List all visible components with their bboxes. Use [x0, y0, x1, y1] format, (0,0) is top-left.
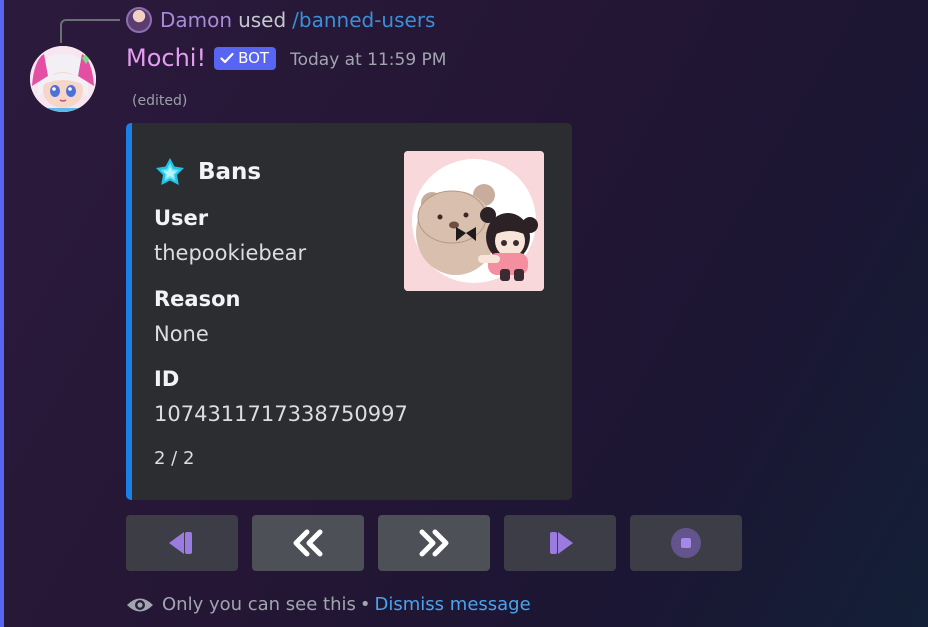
bot-username[interactable]: Mochi!: [126, 44, 206, 72]
reply-connector-line: [60, 19, 120, 43]
ephemeral-notice: Only you can see this • Dismiss message: [126, 594, 531, 615]
next-page-button[interactable]: [378, 515, 490, 571]
bot-avatar[interactable]: [30, 46, 96, 112]
star-gem-icon: [156, 158, 184, 185]
replied-username[interactable]: Damon: [160, 8, 232, 32]
ephemeral-notice-text: Only you can see this: [162, 594, 356, 615]
embed-title-row: Bans: [154, 157, 261, 187]
eye-icon: [127, 598, 153, 611]
message-timestamp[interactable]: Today at 11:59 PM: [290, 50, 446, 70]
previous-page-icon: [293, 529, 323, 557]
ephemeral-separator: •: [359, 594, 371, 615]
embed-footer-page-count: 2 / 2: [154, 448, 195, 469]
embed-thumbnail[interactable]: [404, 151, 544, 291]
field-id-name: ID: [154, 367, 180, 391]
bot-badge: BOT: [214, 46, 277, 70]
field-reason-value: None: [154, 322, 209, 346]
verified-check-icon: [220, 52, 234, 63]
reply-used-text: used: [238, 8, 287, 32]
field-reason-name: Reason: [154, 287, 241, 311]
field-id-value: 1074311717338750997: [154, 402, 408, 426]
stop-icon: [671, 528, 701, 558]
first-page-icon: [169, 532, 192, 554]
dismiss-message-link[interactable]: Dismiss message: [375, 594, 531, 615]
embed-title: Bans: [198, 159, 262, 185]
bear-and-girl-illustration: [404, 151, 544, 291]
bans-embed: Bans User thepookiebear Reason None ID 1…: [126, 123, 572, 500]
left-accent-strip: [0, 0, 4, 627]
command-reply-header: Damon used /banned-users: [126, 6, 435, 34]
edited-label: (edited): [132, 93, 188, 109]
message-header: Mochi! BOT Today at 11:59 PM: [126, 44, 446, 72]
stop-button[interactable]: [630, 515, 742, 571]
bot-avatar-image: [30, 46, 96, 112]
field-user-name: User: [154, 206, 209, 230]
replied-user-avatar[interactable]: [126, 7, 152, 33]
last-page-button[interactable]: [504, 515, 616, 571]
first-page-button[interactable]: [126, 515, 238, 571]
field-user-value: thepookiebear: [154, 241, 307, 265]
slash-command-name[interactable]: /banned-users: [292, 8, 435, 32]
last-page-icon: [550, 532, 573, 554]
bot-badge-label: BOT: [238, 48, 270, 67]
next-page-icon: [419, 529, 449, 557]
previous-page-button[interactable]: [252, 515, 364, 571]
